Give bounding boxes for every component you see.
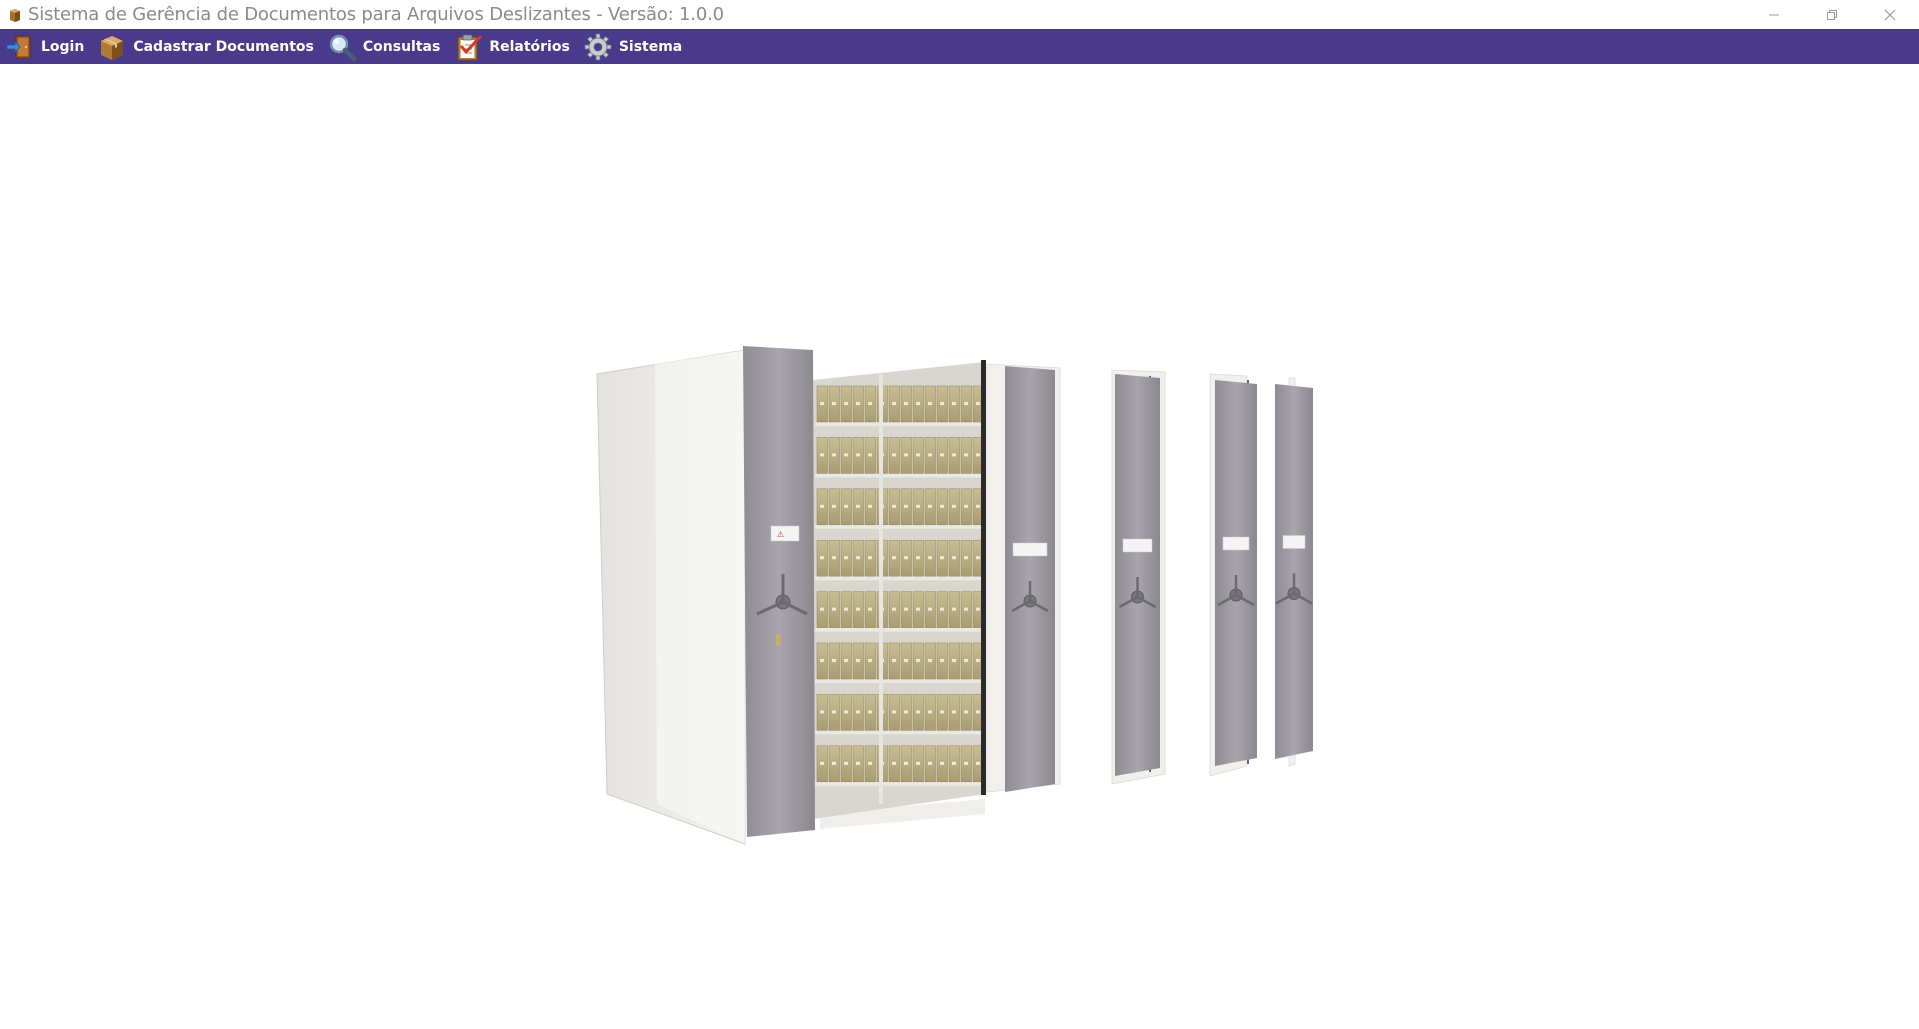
login-door-icon: [5, 32, 35, 62]
shelving-left-side: [596, 349, 746, 845]
magnifier-icon: [327, 32, 357, 62]
clipboard-check-icon: [453, 32, 483, 62]
box-icon: [97, 32, 127, 62]
svg-text:⚠: ⚠: [777, 530, 784, 539]
restore-icon[interactable]: [1803, 0, 1861, 29]
close-icon[interactable]: [1861, 0, 1919, 29]
closed-shelving-units: [986, 363, 1328, 793]
front-panel-left: ⚠: [743, 346, 815, 837]
title-bar: Sistema de Gerência de Documentos para A…: [0, 0, 1919, 29]
main-content-area: ⚠: [0, 64, 1919, 1029]
menu-sistema[interactable]: Sistema: [578, 29, 690, 64]
frame-edge: [981, 360, 986, 795]
gear-icon: [583, 32, 613, 62]
menu-relatorios[interactable]: Relatórios: [448, 29, 578, 64]
menu-login[interactable]: Login: [0, 29, 92, 64]
open-shelf-bay: [813, 362, 985, 819]
menu-login-label: Login: [41, 38, 85, 55]
menu-cadastrar-documentos-label: Cadastrar Documentos: [133, 38, 314, 55]
main-menu-bar: Login Cadastrar Documentos Consultas Rel…: [0, 29, 1919, 64]
menu-relatorios-label: Relatórios: [489, 38, 570, 55]
menu-cadastrar-documentos[interactable]: Cadastrar Documentos: [92, 29, 322, 64]
menu-consultas[interactable]: Consultas: [322, 29, 448, 64]
window-title: Sistema de Gerência de Documentos para A…: [28, 4, 724, 25]
menu-consultas-label: Consultas: [362, 38, 441, 55]
app-box-icon: [5, 5, 25, 25]
mobile-archive-shelving-illustration: ⚠: [595, 344, 1328, 849]
menu-sistema-label: Sistema: [618, 38, 683, 55]
minimize-icon[interactable]: [1745, 0, 1803, 29]
window-controls: [1745, 0, 1919, 29]
